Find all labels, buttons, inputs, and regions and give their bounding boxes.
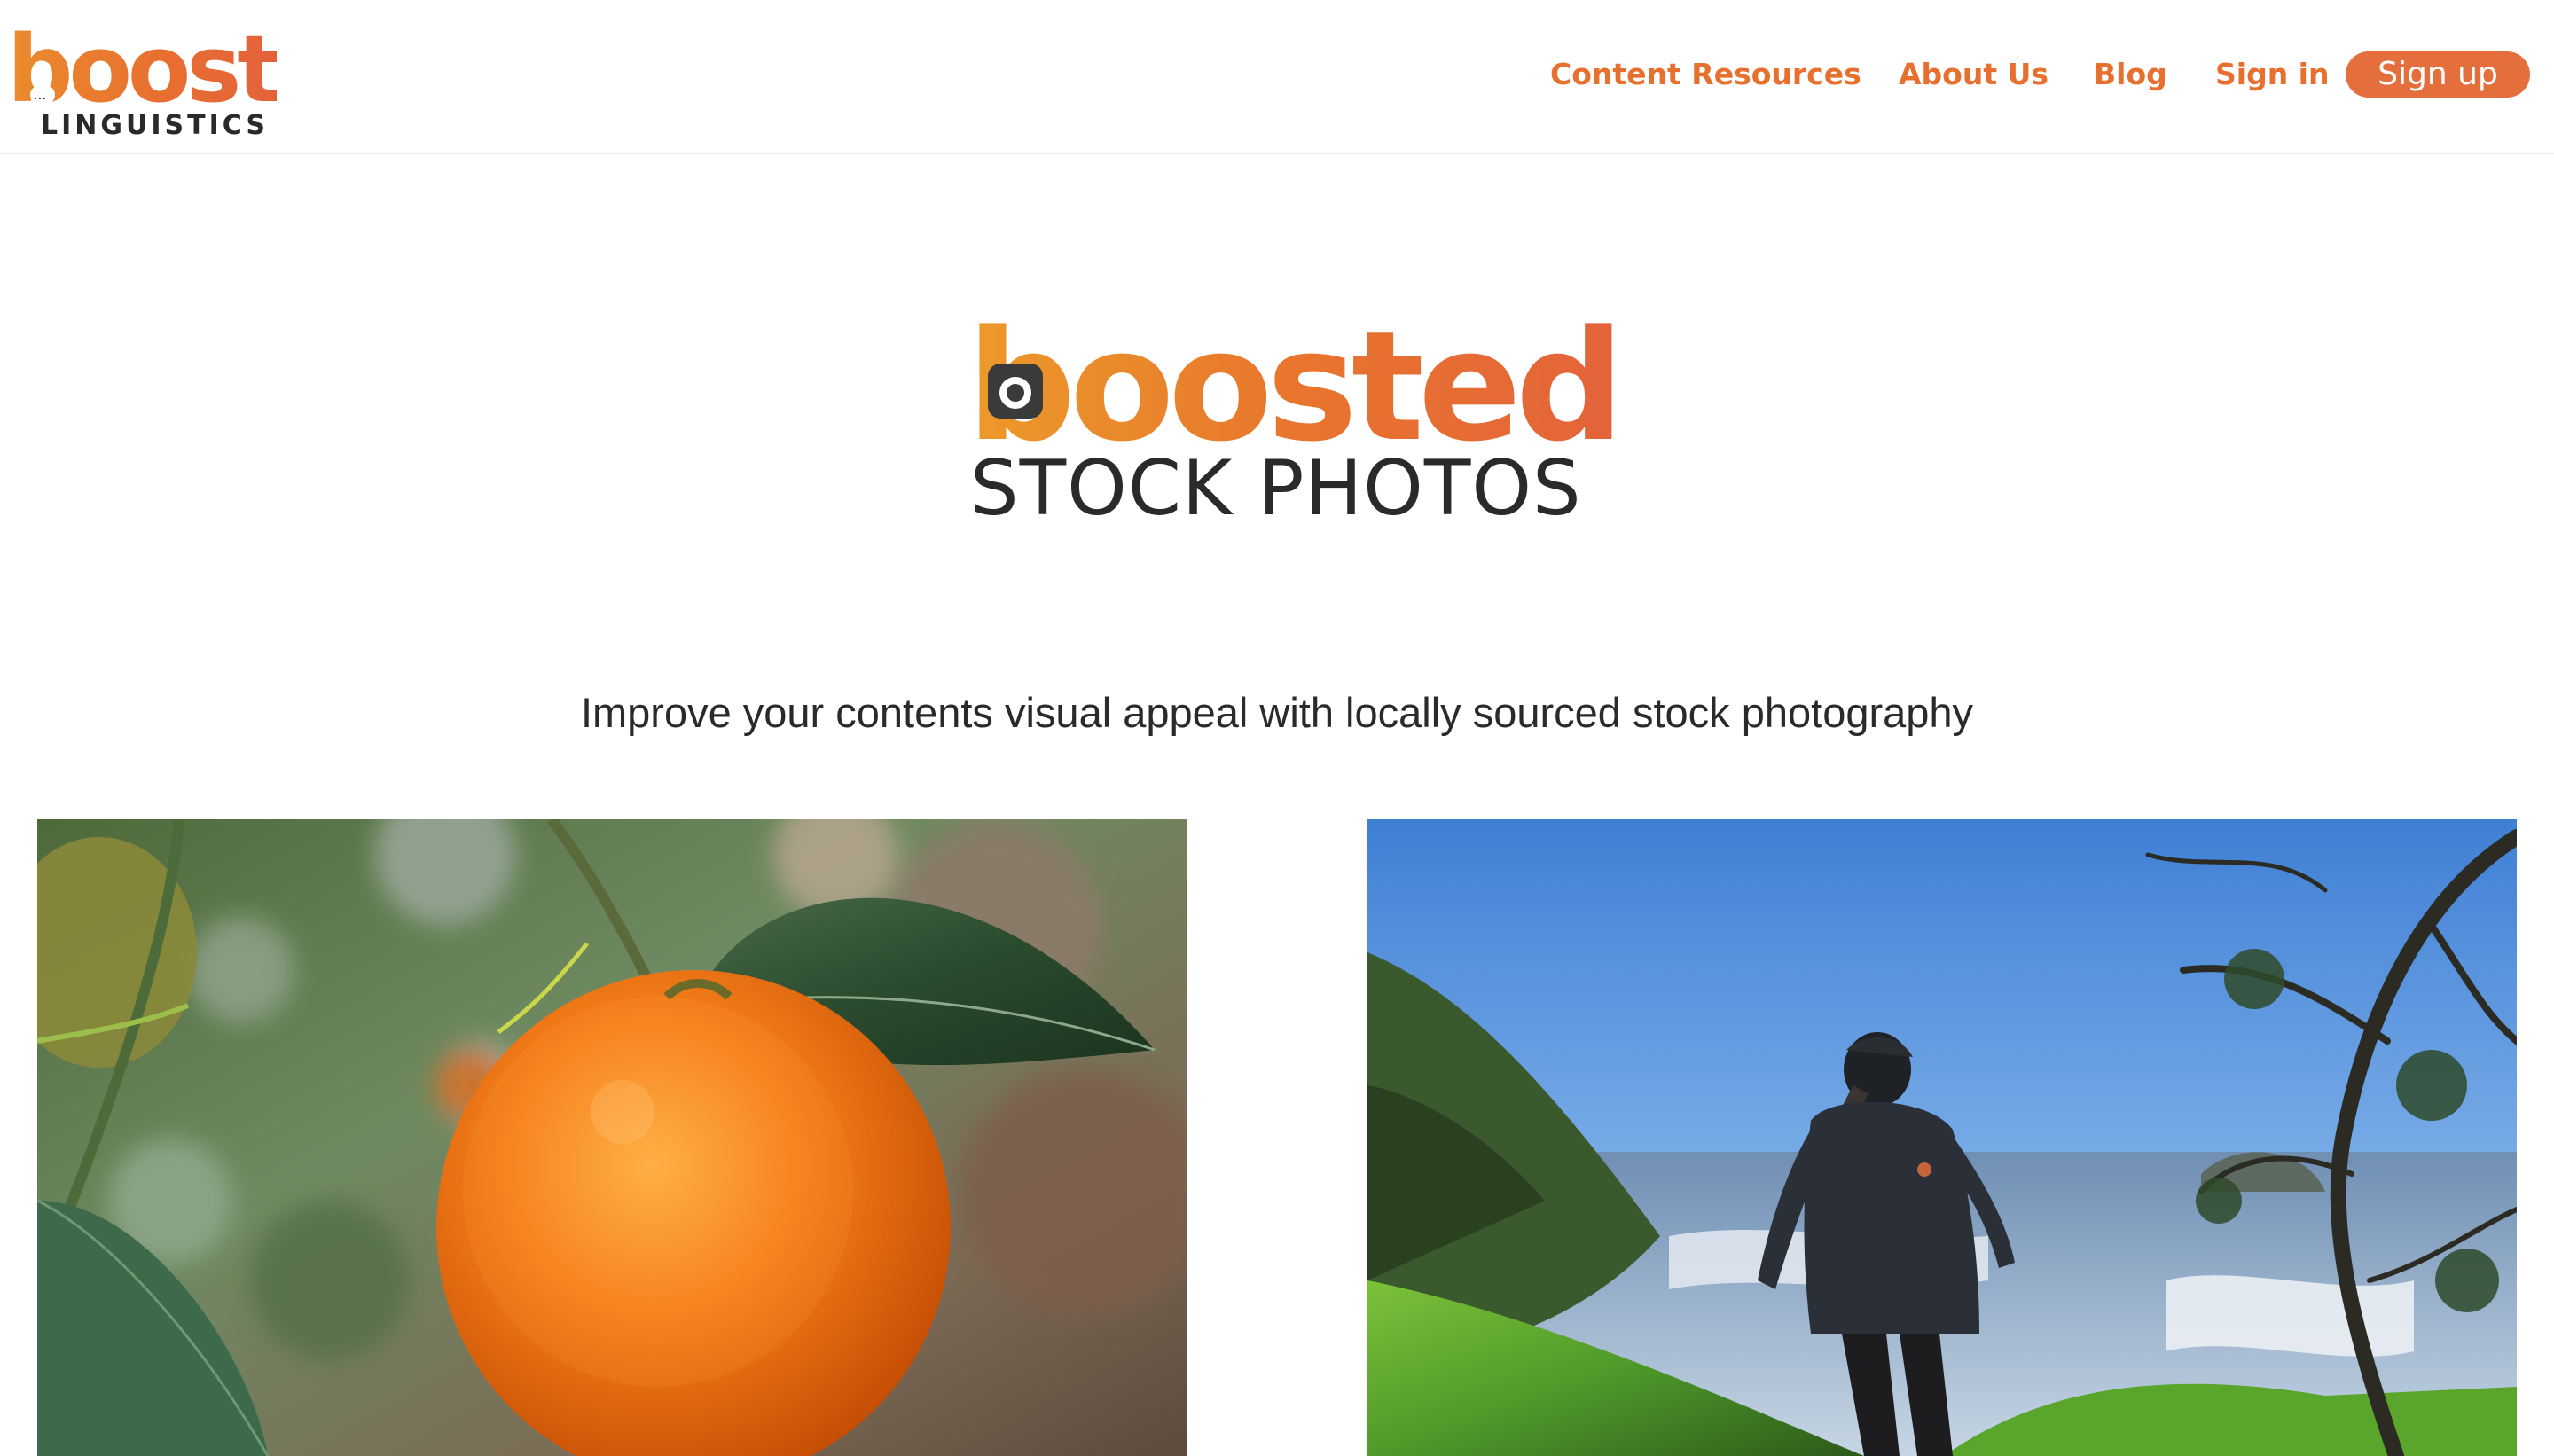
boost-linguistics-logo[interactable]: boost ... LINGUISTICS bbox=[7, 23, 281, 142]
nav-content-resources[interactable]: Content Resources bbox=[1550, 50, 1861, 99]
brand-subtitle: STOCK PHOTOS bbox=[970, 444, 1582, 533]
orange-on-branch-photo[interactable] bbox=[37, 819, 1187, 1456]
speech-bubble-icon: ... bbox=[30, 85, 55, 105]
tagline: Improve your contents visual appeal with… bbox=[580, 689, 1974, 736]
hiker-coastal-trail-photo[interactable] bbox=[1367, 819, 2517, 1456]
site-header: boost ... LINGUISTICS Content Resources … bbox=[0, 0, 2554, 154]
nav-sign-in[interactable]: Sign in bbox=[2215, 50, 2330, 99]
brand-wordmark: boosted bbox=[967, 297, 1625, 475]
nav-about-us[interactable]: About Us bbox=[1899, 50, 2049, 99]
camera-icon bbox=[988, 364, 1043, 419]
nav-blog[interactable]: Blog bbox=[2094, 50, 2167, 99]
boosted-stock-photos-logo: boosted STOCK PHOTOS bbox=[967, 310, 1625, 533]
logo-bubble-dots: ... bbox=[34, 88, 47, 102]
sign-up-button[interactable]: Sign up bbox=[2346, 51, 2530, 98]
logo-subtitle: LINGUISTICS bbox=[41, 110, 269, 141]
